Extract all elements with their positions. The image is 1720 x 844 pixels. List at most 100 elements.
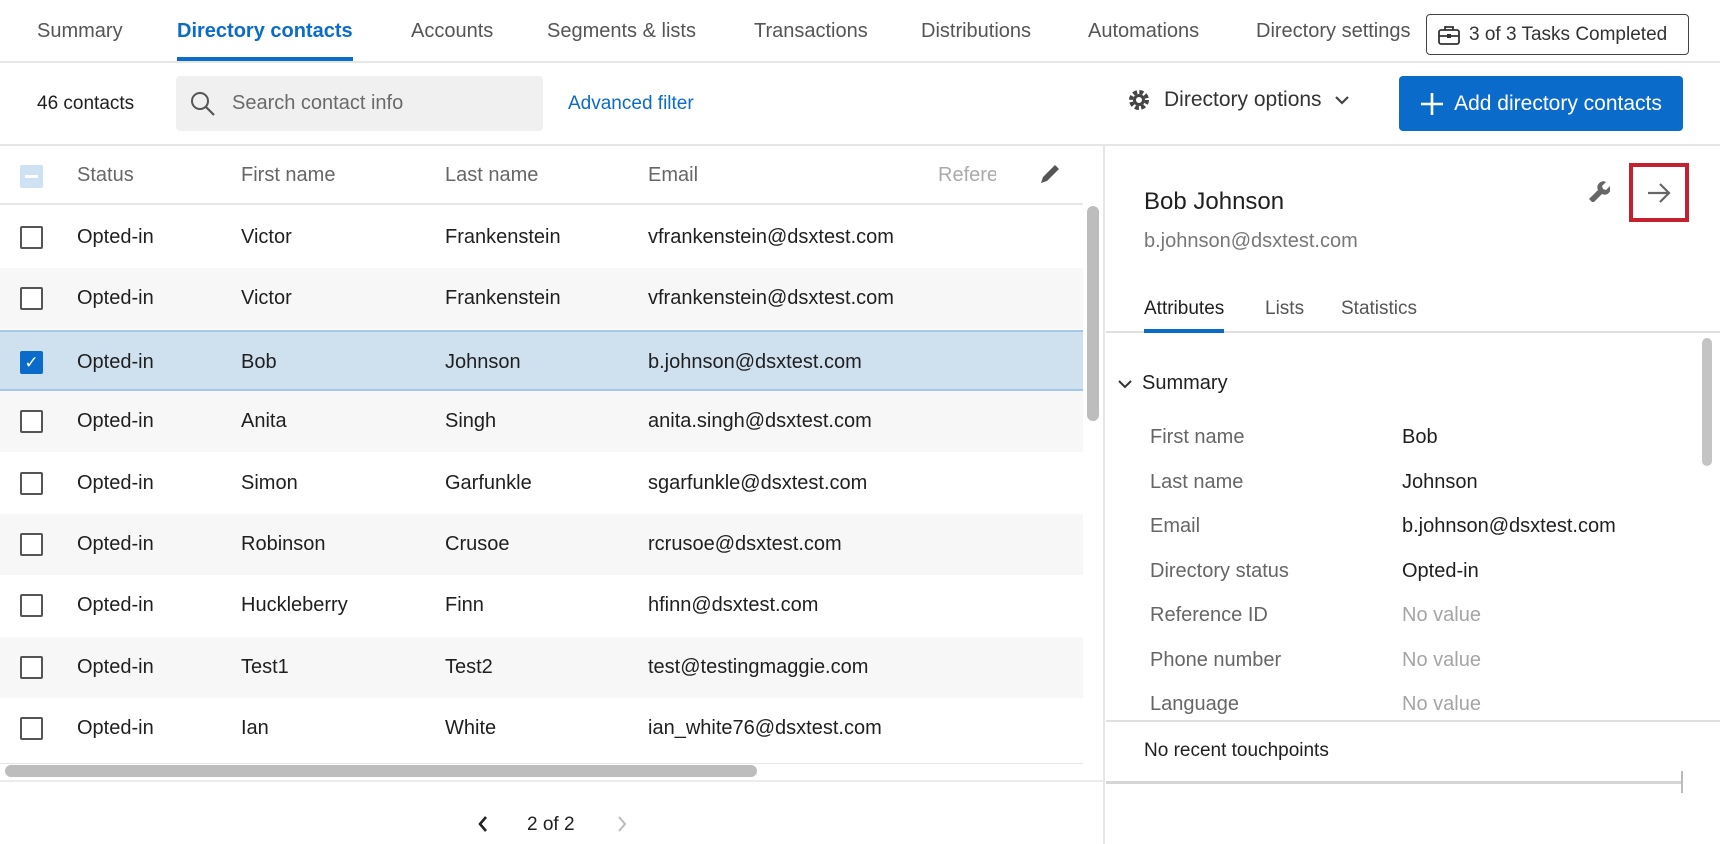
cell-first-name: Robinson [241, 533, 326, 555]
tab-accounts[interactable]: Accounts [411, 20, 493, 43]
cell-first-name: Victor [241, 287, 292, 310]
select-all-checkbox[interactable] [20, 165, 43, 188]
table-row[interactable]: Opted-in Huckleberry Finn hfinn@dsxtest.… [0, 575, 1083, 636]
gear-icon [1129, 90, 1149, 110]
cell-email: hfinn@dsxtest.com [648, 594, 819, 617]
directory-options-dropdown[interactable]: Directory options [1126, 87, 1350, 113]
row-checkbox[interactable] [20, 655, 43, 679]
pencil-icon[interactable] [1038, 162, 1062, 186]
row-checkbox[interactable] [20, 594, 43, 618]
table-row[interactable]: Opted-in Victor Frankenstein vfrankenste… [0, 268, 1083, 330]
attribute-label: Language [1150, 693, 1239, 715]
cell-first-name: Victor [241, 226, 292, 248]
header-last-name[interactable]: Last name [445, 164, 538, 187]
contact-detail-panel: Bob Johnson b.johnson@dsxtest.com Attrib… [1106, 146, 1720, 844]
tab-directory-settings[interactable]: Directory settings [1256, 20, 1411, 43]
horizontal-scrollbar[interactable] [5, 765, 757, 777]
cell-last-name: Test2 [445, 655, 493, 678]
table-row[interactable]: ✓ Opted-in Bob Johnson b.johnson@dsxtest… [0, 329, 1083, 391]
table-row[interactable]: Opted-in Test1 Test2 test@testingmaggie.… [0, 636, 1083, 698]
cell-status: Opted-in [77, 717, 154, 740]
add-button-label: Add directory contacts [1454, 91, 1662, 115]
toolbar: 46 contacts Advanced filter Directory op… [0, 63, 1720, 146]
cell-first-name: Test1 [241, 655, 289, 678]
tab-directory-contacts[interactable]: Directory contacts [177, 20, 353, 61]
add-directory-contacts-button[interactable]: Add directory contacts [1399, 76, 1683, 131]
tasks-label: 3 of 3 Tasks Completed [1469, 23, 1668, 45]
table-row[interactable]: Opted-in Robinson Crusoe rcrusoe@dsxtest… [0, 514, 1083, 575]
panel-scrollbar[interactable] [1702, 338, 1712, 466]
cell-status: Opted-in [77, 594, 154, 617]
cell-email: sgarfunkle@dsxtest.com [648, 471, 868, 494]
header-first-name[interactable]: First name [241, 164, 335, 187]
panel-tab-attributes[interactable]: Attributes [1144, 298, 1225, 333]
cell-first-name: Huckleberry [241, 594, 348, 617]
tab-transactions[interactable]: Transactions [754, 20, 868, 43]
search-input[interactable] [232, 92, 512, 115]
row-checkbox[interactable] [20, 287, 43, 311]
directory-options-label: Directory options [1164, 88, 1322, 111]
cell-email: test@testingmaggie.com [648, 655, 869, 678]
cell-email: rcrusoe@dsxtest.com [648, 533, 842, 555]
row-checkbox[interactable] [20, 533, 43, 556]
row-checkbox[interactable] [20, 226, 43, 249]
panel-tab-lists[interactable]: Lists [1265, 298, 1304, 320]
advanced-filter-link[interactable]: Advanced filter [568, 93, 694, 115]
row-checkbox[interactable] [20, 717, 43, 741]
cell-status: Opted-in [77, 287, 154, 310]
tab-distributions[interactable]: Distributions [921, 20, 1031, 43]
chevron-down-icon [1118, 379, 1132, 388]
cell-status: Opted-in [77, 226, 154, 248]
resize-handle [1681, 771, 1683, 793]
tab-segments-lists[interactable]: Segments & lists [547, 20, 696, 43]
tab-summary[interactable]: Summary [37, 20, 123, 43]
summary-section-toggle[interactable]: Summary [1118, 372, 1228, 395]
page-indicator: 2 of 2 [527, 814, 575, 835]
search-icon [191, 91, 215, 116]
attribute-value: No value [1402, 604, 1481, 626]
chevron-down-icon [1334, 96, 1349, 105]
table-row[interactable]: Opted-in Victor Frankenstein vfrankenste… [0, 207, 1083, 268]
next-page-icon[interactable] [616, 815, 628, 833]
header-reference[interactable]: Refere [938, 164, 996, 187]
cell-last-name: Johnson [445, 350, 521, 373]
top-nav-tabs: Summary Directory contacts Accounts Segm… [0, 0, 1720, 63]
attribute-value: No value [1402, 648, 1481, 671]
header-email[interactable]: Email [648, 164, 698, 187]
cell-last-name: Frankenstein [445, 226, 561, 248]
row-checkbox[interactable] [20, 471, 43, 495]
contacts-table: Status First name Last name Email Refere… [0, 146, 1105, 844]
table-row[interactable]: Opted-in Simon Garfunkle sgarfunkle@dsxt… [0, 453, 1083, 514]
cell-status: Opted-in [77, 655, 154, 678]
cell-status: Opted-in [77, 350, 154, 373]
panel-tab-statistics[interactable]: Statistics [1341, 298, 1417, 320]
expand-panel-button[interactable] [1629, 163, 1689, 222]
attribute-label: Email [1150, 515, 1201, 537]
tasks-completed-button[interactable]: 3 of 3 Tasks Completed [1426, 14, 1689, 55]
contact-name: Bob Johnson [1144, 188, 1285, 215]
attribute-label: Last name [1150, 470, 1244, 493]
row-checkbox[interactable]: ✓ [20, 350, 43, 374]
arrow-right-icon [1648, 182, 1671, 203]
cell-email: b.johnson@dsxtest.com [648, 350, 862, 373]
attribute-label: Phone number [1150, 648, 1282, 671]
wrench-icon[interactable] [1586, 178, 1610, 202]
prev-page-icon[interactable] [477, 815, 489, 833]
divider [1106, 781, 1681, 784]
table-row[interactable]: Opted-in Ian White ian_white76@dsxtest.c… [0, 698, 1083, 759]
header-status[interactable]: Status [77, 164, 134, 187]
vertical-scrollbar[interactable] [1087, 206, 1099, 421]
table-row[interactable]: Opted-in Anita Singh anita.singh@dsxtest… [0, 391, 1083, 453]
table-header: Status First name Last name Email Refere [0, 146, 1083, 205]
cell-last-name: Frankenstein [445, 287, 561, 310]
divider [1106, 720, 1720, 722]
cell-last-name: Crusoe [445, 533, 510, 555]
tab-automations[interactable]: Automations [1088, 20, 1199, 43]
cell-email: anita.singh@dsxtest.com [648, 410, 872, 433]
attribute-label: First name [1150, 426, 1245, 448]
row-checkbox[interactable] [20, 410, 43, 434]
contact-email: b.johnson@dsxtest.com [1144, 230, 1358, 252]
summary-section-title: Summary [1142, 372, 1228, 394]
search-box [176, 76, 543, 131]
divider [0, 780, 1103, 782]
